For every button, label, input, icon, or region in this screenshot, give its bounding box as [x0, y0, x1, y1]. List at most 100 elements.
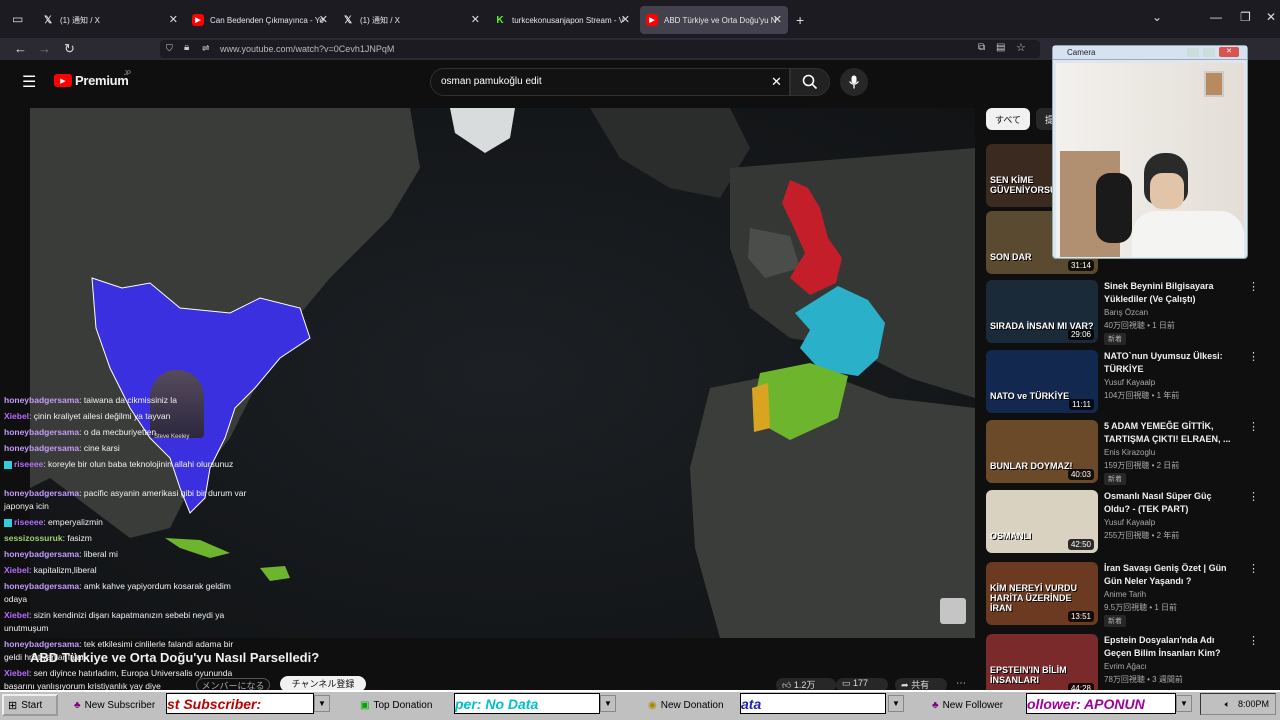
- new-follower-button[interactable]: ♣ New Follower: [932, 694, 1003, 716]
- camera-close-icon[interactable]: ✕: [1219, 47, 1239, 57]
- recommended-video[interactable]: BUNLAR DOYMAZ! 40:03 5 ADAM YEMEĞE GİTTİK,…: [986, 420, 1259, 485]
- close-icon[interactable]: ✕: [773, 13, 782, 26]
- recommended-video[interactable]: NATO ve TÜRKİYE 11:11 NATO`nun Uyumsuz Ülk…: [986, 350, 1259, 414]
- url-text[interactable]: www.youtube.com/watch?v=0Cevh1JNPqM: [220, 44, 394, 54]
- video-thumbnail[interactable]: NATO ve TÜRKİYE 11:11: [986, 350, 1098, 413]
- youtube-premium-logo[interactable]: Premium: [75, 73, 129, 88]
- minimize-icon[interactable]: —: [1210, 10, 1222, 24]
- screenshot-icon[interactable]: ⧉: [978, 42, 985, 53]
- channel-name[interactable]: Evrim Ağacı: [1104, 662, 1147, 671]
- recommended-video[interactable]: SIRADA İNSAN MI VAR? 29:06 Sinek Beynini B…: [986, 280, 1259, 345]
- video-title[interactable]: Epstein Dosyaları'nda Adı Geçen Bilim İn…: [1104, 634, 1232, 660]
- dropdown-arrow-icon[interactable]: ▼: [314, 695, 330, 712]
- video-title[interactable]: NATO`nun Uyumsuz Ülkesi: TÜRKİYE: [1104, 350, 1232, 376]
- channel-name[interactable]: Enis Kirazoglu: [1104, 448, 1155, 457]
- channel-name[interactable]: Barış Özcan: [1104, 308, 1148, 317]
- channel-watermark-icon[interactable]: [940, 598, 966, 624]
- follower-ticker-field[interactable]: ollower: APONUN: [1026, 693, 1176, 714]
- more-options-icon[interactable]: ⋮: [1248, 280, 1259, 293]
- tab-4[interactable]: K turkcekonusanjapon Stream - V ✕: [488, 6, 636, 34]
- chat-username[interactable]: Xiebel: [4, 668, 29, 678]
- chat-username[interactable]: honeybadgersama: [4, 639, 79, 649]
- tab-list-icon[interactable]: ▭: [12, 12, 23, 26]
- channel-name[interactable]: Yusuf Kayaalp: [1104, 378, 1155, 387]
- chat-username[interactable]: sessizossuruk: [4, 533, 63, 543]
- video-title[interactable]: İran Savaşı Geniş Özet | Gün Gün Neler Y…: [1104, 562, 1232, 588]
- chat-username[interactable]: honeybadgersama: [4, 443, 79, 453]
- permissions-icon[interactable]: ⇌: [202, 43, 210, 54]
- chat-username[interactable]: Xiebel: [4, 610, 29, 620]
- back-icon[interactable]: ←: [14, 41, 27, 56]
- chat-username[interactable]: honeybadgersama: [4, 549, 79, 559]
- video-title[interactable]: 5 ADAM YEMEĞE GİTTİK, TARTIŞMA ÇIKTI! EL…: [1104, 420, 1232, 446]
- chat-username[interactable]: honeybadgersama: [4, 427, 79, 437]
- video-thumbnail[interactable]: BUNLAR DOYMAZ! 40:03: [986, 420, 1098, 483]
- dropdown-arrow-icon[interactable]: ▼: [1176, 695, 1192, 712]
- more-options-icon[interactable]: ⋮: [1248, 350, 1259, 363]
- chat-username[interactable]: honeybadgersama: [4, 488, 79, 498]
- tab-overflow-icon[interactable]: ⌄: [1152, 10, 1162, 24]
- video-title[interactable]: Osmanlı Nasıl Süper Güç Oldu? - (TEK PAR…: [1104, 490, 1232, 516]
- shield-icon[interactable]: ⛉: [166, 43, 173, 54]
- new-tab-icon[interactable]: +: [796, 12, 804, 28]
- more-actions-icon[interactable]: ⋯: [956, 678, 966, 689]
- chat-username[interactable]: honeybadgersama: [4, 581, 79, 591]
- speaker-icon[interactable]: 🔈︎: [1225, 699, 1230, 710]
- tab-5-active[interactable]: ▶ ABD Türkiye ve Orta Doğu'yu N ✕: [640, 6, 788, 34]
- camera-titlebar[interactable]: Camera ✕: [1053, 46, 1247, 60]
- close-icon[interactable]: ✕: [319, 13, 328, 26]
- more-options-icon[interactable]: ⋮: [1248, 562, 1259, 575]
- more-options-icon[interactable]: ⋮: [1248, 420, 1259, 433]
- close-icon[interactable]: ✕: [169, 13, 178, 26]
- video-thumbnail[interactable]: OSMANLI 42:50: [986, 490, 1098, 553]
- top-donation-button[interactable]: ▣ Top Donation: [360, 694, 432, 716]
- new-donation-ticker-field[interactable]: ata: [740, 693, 886, 714]
- search-button[interactable]: [790, 68, 830, 96]
- reader-icon[interactable]: ▤: [996, 42, 1005, 53]
- start-button[interactable]: ⊞ Start: [2, 694, 58, 716]
- recommended-video[interactable]: KİM NEREYİ VURDU HARİTA ÜZERİNDE İRAN 13:…: [986, 562, 1259, 627]
- lock-icon[interactable]: 🔒︎: [184, 42, 189, 53]
- camera-window[interactable]: Camera ✕: [1052, 45, 1248, 259]
- bookmark-star-icon[interactable]: ☆: [1016, 41, 1026, 54]
- chat-username[interactable]: honeybadgersama: [4, 395, 79, 405]
- chat-username[interactable]: riseeee: [14, 459, 43, 469]
- address-bar[interactable]: ⛉ 🔒︎ ⇌ www.youtube.com/watch?v=0Cevh1JNP…: [160, 40, 1040, 58]
- close-icon[interactable]: ✕: [471, 13, 480, 26]
- maximize-icon[interactable]: ❐: [1240, 10, 1251, 24]
- camera-maximize-icon[interactable]: [1203, 48, 1215, 57]
- channel-name[interactable]: Anime Tarih: [1104, 590, 1146, 599]
- video-title[interactable]: Sinek Beynini Bilgisayara Yüklediler (Ve…: [1104, 280, 1232, 306]
- top-donation-ticker-field[interactable]: per: No Data: [454, 693, 600, 714]
- dropdown-arrow-icon[interactable]: ▼: [888, 695, 904, 712]
- video-thumbnail[interactable]: SIRADA İNSAN MI VAR? 29:06: [986, 280, 1098, 343]
- chat-username[interactable]: riseeee: [14, 517, 43, 527]
- video-thumbnail[interactable]: EPSTEIN'IN BİLİM İNSANLARI 44:28: [986, 634, 1098, 697]
- video-thumbnail[interactable]: KİM NEREYİ VURDU HARİTA ÜZERİNDE İRAN 13:…: [986, 562, 1098, 625]
- voice-search-button[interactable]: [840, 68, 868, 96]
- chat-username[interactable]: Xiebel: [4, 411, 29, 421]
- camera-minimize-icon[interactable]: [1187, 48, 1199, 57]
- close-icon[interactable]: ✕: [621, 13, 630, 26]
- new-subscriber-button[interactable]: ♣ New Subscriber: [74, 694, 155, 716]
- hamburger-menu-icon[interactable]: ☰: [22, 72, 36, 92]
- more-options-icon[interactable]: ⋮: [1248, 634, 1259, 647]
- tab-2[interactable]: ▶ Can Bedenden Çıkmayınca - Yo ✕: [186, 6, 334, 34]
- more-options-icon[interactable]: ⋮: [1248, 490, 1259, 503]
- dropdown-arrow-icon[interactable]: ▼: [600, 695, 616, 712]
- close-window-icon[interactable]: ✕: [1266, 10, 1276, 24]
- chat-username[interactable]: Xiebel: [4, 565, 29, 575]
- clear-search-icon[interactable]: ✕: [771, 74, 782, 90]
- recommended-video[interactable]: EPSTEIN'IN BİLİM İNSANLARI 44:28 Epstein D…: [986, 634, 1259, 698]
- channel-name[interactable]: Yusuf Kayaalp: [1104, 518, 1155, 527]
- recommended-video[interactable]: OSMANLI 42:50 Osmanlı Nasıl Süper Güç Oldu…: [986, 490, 1259, 554]
- youtube-logo-icon[interactable]: ▶: [54, 74, 72, 87]
- chip-all[interactable]: すべて: [986, 108, 1031, 130]
- forward-icon[interactable]: →: [38, 41, 51, 56]
- new-donation-button[interactable]: ◉ New Donation: [648, 694, 724, 716]
- search-input[interactable]: osman pamukoğlu edit ✕: [430, 68, 790, 96]
- reload-icon[interactable]: ↻: [64, 41, 75, 57]
- tab-1[interactable]: 𝕏 (1) 通知 / X ✕: [36, 6, 184, 34]
- subscriber-ticker-field[interactable]: st Subscriber:: [166, 693, 314, 714]
- tab-3[interactable]: 𝕏 (1) 通知 / X ✕: [336, 6, 486, 34]
